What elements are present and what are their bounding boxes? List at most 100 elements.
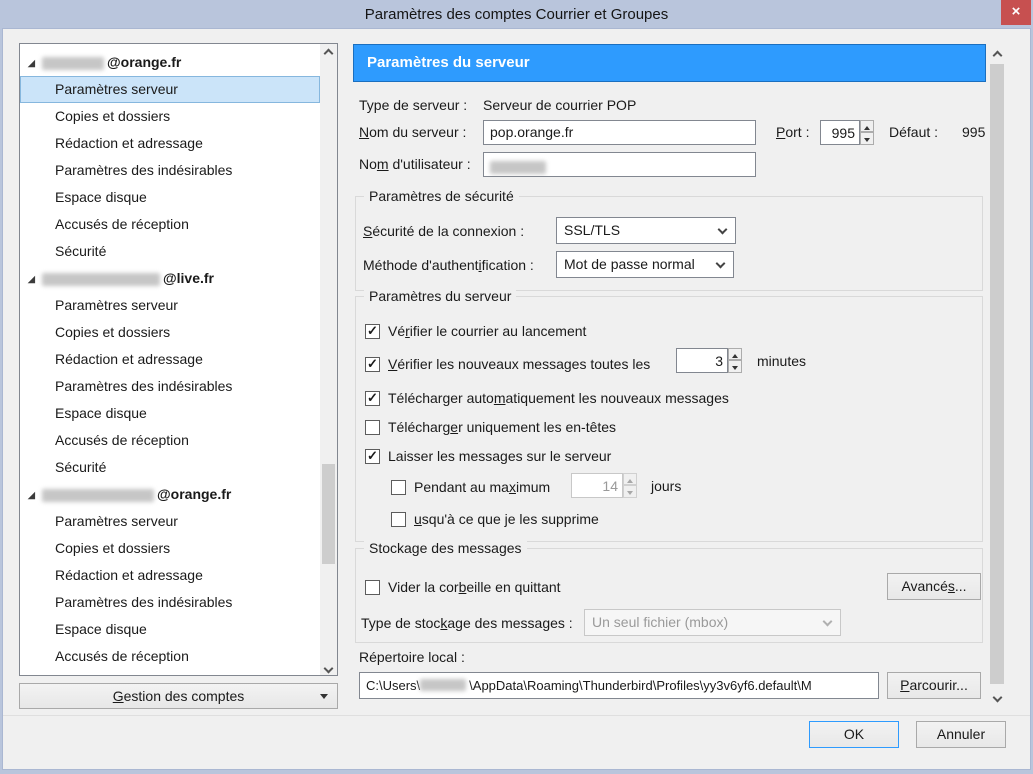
accounts-tree: ◢ @orange.fr Paramètres serveur Copies et… xyxy=(19,43,338,676)
main-scrollbar[interactable] xyxy=(988,46,1006,704)
server-name-input[interactable]: pop.orange.fr xyxy=(483,120,756,145)
sidebar-item-parametres-serveur[interactable]: Paramètres serveur xyxy=(20,76,320,103)
scrollbar-thumb[interactable] xyxy=(990,64,1004,684)
redacted-username xyxy=(490,161,546,175)
scrollbar-thumb[interactable] xyxy=(322,464,335,564)
panel-header: Paramètres du serveur xyxy=(353,44,986,82)
empty-trash-row[interactable]: ✓Vider la corbeille en quittant xyxy=(365,578,561,598)
security-legend: Paramètres de sécurité xyxy=(364,187,519,205)
sidebar-item-copies-dossiers[interactable]: Copies et dossiers xyxy=(20,535,320,562)
ok-button[interactable]: OK xyxy=(809,721,899,748)
server-settings-legend: Paramètres du serveur xyxy=(364,287,517,305)
check-on-startup-row[interactable]: ✓ Vérifier le courrier au lancement xyxy=(365,322,586,342)
sidebar-item-parametres-serveur[interactable]: Paramètres serveur xyxy=(20,508,320,535)
scroll-down-icon[interactable] xyxy=(988,688,1006,704)
manage-accounts-button[interactable]: Gestion des comptes xyxy=(19,683,338,709)
server-settings-panel: Paramètres du serveur Type de serveur : … xyxy=(353,44,986,707)
local-dir-input[interactable]: C:\Users\ \AppData\Roaming\Thunderbird\Pr… xyxy=(359,672,879,699)
account-header-3[interactable]: ◢ @orange.fr xyxy=(20,481,320,508)
sidebar-item-securite[interactable]: Sécurité xyxy=(20,238,320,265)
sidebar-item-accuses-reception[interactable]: Accusés de réception xyxy=(20,427,320,454)
auto-download-row[interactable]: ✓ Télécharger automatiquement les nouveau… xyxy=(365,389,729,409)
server-type-value: Serveur de courrier POP xyxy=(483,97,637,113)
auth-method-select[interactable]: Mot de passe normal xyxy=(556,251,734,278)
sidebar-item-redaction-adressage[interactable]: Rédaction et adressage xyxy=(20,130,320,157)
sidebar-item-parametres-serveur[interactable]: Paramètres serveur xyxy=(20,292,320,319)
expander-icon[interactable]: ◢ xyxy=(28,482,42,509)
cancel-button[interactable]: Annuler xyxy=(916,721,1006,748)
checkbox-icon[interactable]: ✓ xyxy=(391,480,406,495)
sidebar-item-espace-disque[interactable]: Espace disque xyxy=(20,400,320,427)
scroll-up-icon[interactable] xyxy=(988,46,1006,62)
local-dir-label: Répertoire local : xyxy=(359,649,465,665)
sidebar-item-espace-disque[interactable]: Espace disque xyxy=(20,184,320,211)
redacted-account-name xyxy=(42,488,154,502)
connection-security-select[interactable]: SSL/TLS xyxy=(556,217,736,244)
expander-icon[interactable]: ◢ xyxy=(28,266,42,293)
advanced-button[interactable]: Avancés... xyxy=(887,573,981,600)
port-default-value: 995 xyxy=(962,124,986,140)
spin-up-icon[interactable] xyxy=(623,473,637,485)
redacted-user-folder xyxy=(420,679,467,691)
redacted-account-name xyxy=(42,56,104,70)
sidebar-item-securite[interactable]: Sécurité xyxy=(20,454,320,481)
max-days-row[interactable]: ✓Pendant au maximum xyxy=(391,478,550,498)
leave-on-server-row[interactable]: ✓ Laisser les messages sur le serveur xyxy=(365,447,611,467)
port-input[interactable] xyxy=(820,120,860,145)
checkbox-icon[interactable]: ✓ xyxy=(365,323,380,339)
sidebar-item-redaction-adressage[interactable]: Rédaction et adressage xyxy=(20,562,320,589)
sidebar-scrollbar[interactable] xyxy=(320,44,337,675)
sidebar-item-accuses-reception[interactable]: Accusés de réception xyxy=(20,643,320,670)
username-label: Nom d'utilisateur : xyxy=(359,156,471,172)
expander-icon[interactable]: ◢ xyxy=(28,50,42,77)
max-days-spinner xyxy=(571,473,637,498)
storage-type-select[interactable]: Un seul fichier (mbox) xyxy=(584,609,841,636)
sidebar-item-espace-disque[interactable]: Espace disque xyxy=(20,616,320,643)
account-header-1[interactable]: ◢ @orange.fr xyxy=(20,49,320,76)
checkbox-icon[interactable]: ✓ xyxy=(365,580,380,595)
checkbox-icon[interactable]: ✓ xyxy=(365,390,380,406)
dropdown-arrow-icon xyxy=(320,694,328,699)
accounts-tree-list: ◢ @orange.fr Paramètres serveur Copies et… xyxy=(20,44,320,670)
until-deleted-row[interactable]: ✓usqu'à ce que je les supprime xyxy=(391,510,599,530)
checkbox-icon[interactable]: ✓ xyxy=(391,512,406,527)
spin-down-icon[interactable] xyxy=(728,360,742,373)
sidebar-item-redaction-adressage[interactable]: Rédaction et adressage xyxy=(20,346,320,373)
checkbox-icon[interactable]: ✓ xyxy=(365,448,380,464)
username-input[interactable] xyxy=(483,152,756,177)
window-title: Paramètres des comptes Courrier et Group… xyxy=(364,6,669,23)
spin-up-icon[interactable] xyxy=(728,348,742,360)
max-days-unit-label: jours xyxy=(651,478,682,494)
storage-type-label: Type de stockage des messages : xyxy=(361,615,573,631)
sidebar-item-indesirables[interactable]: Paramètres des indésirables xyxy=(20,373,320,400)
port-default-label: Défaut : xyxy=(889,124,939,140)
close-icon[interactable]: × xyxy=(1001,0,1031,25)
check-interval-row[interactable]: ✓ Vérifier les nouveaux messages toutes l… xyxy=(365,355,650,375)
headers-only-row[interactable]: ✓Télécharger uniquement les en-têtes xyxy=(365,418,616,438)
spin-up-icon[interactable] xyxy=(860,120,874,132)
scroll-up-icon[interactable] xyxy=(320,44,337,60)
spin-down-icon[interactable] xyxy=(860,132,874,145)
server-name-label: Nom du serveur : xyxy=(359,124,467,140)
account-header-2[interactable]: ◢ @live.fr xyxy=(20,265,320,292)
auth-method-label: Méthode d'authentification : xyxy=(363,257,534,273)
sidebar-item-copies-dossiers[interactable]: Copies et dossiers xyxy=(20,319,320,346)
redacted-account-name xyxy=(42,272,160,286)
scroll-down-icon[interactable] xyxy=(320,659,337,675)
interval-input[interactable] xyxy=(676,348,728,373)
checkbox-icon[interactable]: ✓ xyxy=(365,420,380,435)
sidebar-item-indesirables[interactable]: Paramètres des indésirables xyxy=(20,589,320,616)
sidebar-item-accuses-reception[interactable]: Accusés de réception xyxy=(20,211,320,238)
sidebar-item-copies-dossiers[interactable]: Copies et dossiers xyxy=(20,103,320,130)
account-settings-dialog: ◢ @orange.fr Paramètres serveur Copies et… xyxy=(2,28,1031,770)
connection-security-label: Sécurité de la connexion : xyxy=(363,223,525,239)
storage-legend: Stockage des messages xyxy=(364,539,527,557)
window-titlebar: Paramètres des comptes Courrier et Group… xyxy=(0,0,1033,28)
checkbox-icon[interactable]: ✓ xyxy=(365,356,380,372)
spin-down-icon[interactable] xyxy=(623,485,637,498)
chevron-down-icon xyxy=(822,616,833,627)
max-days-input[interactable] xyxy=(571,473,623,498)
sidebar-item-indesirables[interactable]: Paramètres des indésirables xyxy=(20,157,320,184)
footer-separator xyxy=(3,715,1030,716)
browse-button[interactable]: Parcourir... xyxy=(887,672,981,699)
